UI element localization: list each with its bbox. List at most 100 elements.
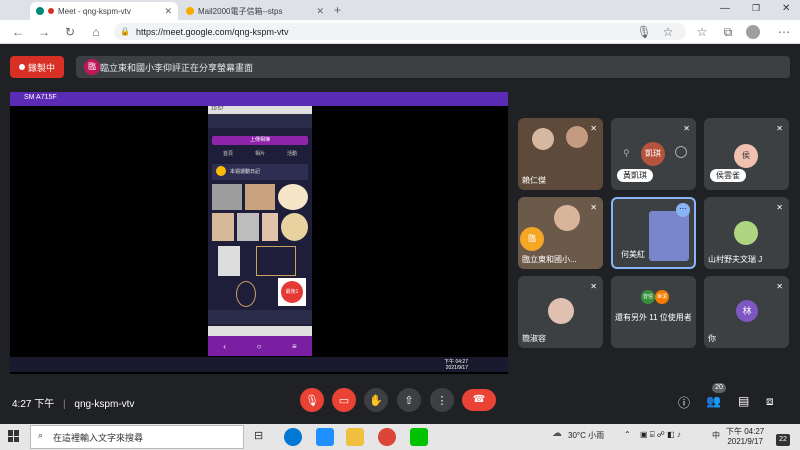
- remove-icon[interactable]: [675, 146, 687, 158]
- info-icon[interactable]: ⓘ: [678, 394, 690, 411]
- maximize-button[interactable]: ❐: [752, 3, 760, 14]
- edge-icon[interactable]: [284, 428, 302, 446]
- back-icon: ‹: [223, 341, 226, 351]
- tab-strip: Meet - qng-kspm-vtv ✕ Mail2000電子信箱--stps…: [0, 0, 800, 20]
- participant-name: 山村野夫文瑞 J: [708, 255, 763, 264]
- participant-name: 簡淑容: [522, 334, 546, 343]
- chat-icon[interactable]: ▤: [738, 394, 749, 408]
- mail-favicon: [186, 7, 194, 15]
- close-tab-icon[interactable]: ✕: [164, 6, 172, 17]
- home-icon[interactable]: ⌂: [88, 24, 104, 40]
- back-arrow-icon[interactable]: ←: [10, 24, 26, 40]
- phone-tabs: 首頁 相片 活動: [212, 150, 308, 158]
- participant-video: [554, 205, 580, 231]
- ime-indicator[interactable]: 中: [712, 430, 720, 441]
- people-icon[interactable]: 👥: [706, 394, 721, 408]
- notification-badge[interactable]: 22: [776, 434, 790, 446]
- phone-fab-button: 最後1: [281, 281, 303, 303]
- chrome-icon[interactable]: [378, 428, 396, 446]
- participant-tile[interactable]: 凱琪 ⚲ ✕ 黃凱琪: [611, 118, 696, 190]
- mic-off-icon: ✕: [776, 203, 783, 212]
- close-tab-icon[interactable]: ✕: [316, 6, 324, 17]
- mic-off-icon: ✕: [590, 124, 597, 133]
- more-participants-label: 還有另外 11 位使用者: [615, 313, 692, 322]
- pin-icon[interactable]: ⚲: [623, 148, 630, 159]
- tab-title: Meet - qng-kspm-vtv: [58, 6, 131, 16]
- phone-upload-button: 上傳相簿: [212, 136, 308, 145]
- minimize-button[interactable]: —: [720, 3, 730, 14]
- participant-video: [532, 128, 554, 150]
- phone-item-title: 本週運動日記: [230, 169, 261, 175]
- hand-icon: ✋: [369, 394, 383, 407]
- taskbar-search-input[interactable]: 在這裡輸入文字來搜尋: [30, 425, 244, 449]
- participant-tile[interactable]: ✕ 賴仁傑: [518, 118, 603, 190]
- raise-hand-button[interactable]: ✋: [364, 388, 388, 412]
- more-participants-tile[interactable]: 曾信 幸潔 還有另外 11 位使用者: [611, 276, 696, 348]
- mic-off-icon: ✕: [590, 282, 597, 291]
- profile-avatar[interactable]: [746, 25, 760, 39]
- windows-start-icon[interactable]: [8, 430, 20, 442]
- line-icon[interactable]: [410, 428, 428, 446]
- ie-icon[interactable]: [316, 428, 334, 446]
- url-text: https://meet.google.com/qng-kspm-vtv: [135, 26, 289, 37]
- tab-mail[interactable]: Mail2000電子信箱--stps ✕: [180, 2, 330, 20]
- mic-toggle-button[interactable]: 🎙: [300, 388, 324, 412]
- search-placeholder: 在這裡輸入文字來搜尋: [53, 432, 144, 443]
- participant-video: [649, 211, 689, 261]
- tray-apps-icon[interactable]: ▣ ⌸ ☍ ◧ ♪: [640, 430, 681, 440]
- phone-time: 10:57: [211, 106, 224, 112]
- photo-thumb: [256, 246, 296, 276]
- participant-tile-active[interactable]: ⋯ 何美紅: [611, 197, 696, 269]
- participant-name: 你: [708, 334, 716, 343]
- home-circle-icon: ○: [256, 341, 262, 351]
- url-bar[interactable]: 🔒 https://meet.google.com/qng-kspm-vtv: [114, 23, 686, 40]
- participant-tile[interactable]: ✕ 簡淑容: [518, 276, 603, 348]
- forward-arrow-icon[interactable]: →: [36, 24, 52, 40]
- camera-toggle-button[interactable]: ▭: [332, 388, 356, 412]
- new-tab-button[interactable]: +: [334, 3, 341, 17]
- hangup-icon: ☎: [472, 394, 486, 405]
- record-dot-icon: [18, 64, 25, 70]
- participant-avatar: 幸潔: [655, 290, 669, 304]
- participant-tile[interactable]: 侯 ✕ 侯雲雀: [704, 118, 789, 190]
- presentation-banner: 臨立東和國小李仰評正在分享螢幕畫面: [76, 56, 790, 78]
- more-menu-icon[interactable]: ⋯: [776, 24, 792, 40]
- task-view-icon[interactable]: ⊟: [254, 429, 263, 442]
- mic-icon[interactable]: 🎙: [636, 24, 652, 40]
- self-tile[interactable]: 林 ✕ 你: [704, 276, 789, 348]
- recording-indicator[interactable]: 錄製中: [10, 56, 64, 78]
- more-options-button[interactable]: ⋮: [430, 388, 454, 412]
- clock[interactable]: 下午 04:27 2021/9/17: [726, 426, 764, 446]
- photo-thumb: [237, 213, 259, 241]
- present-button[interactable]: ⇧: [397, 388, 421, 412]
- phone-tab: 活動: [286, 151, 297, 157]
- more-options-icon[interactable]: ⋯: [676, 203, 690, 217]
- leave-call-button[interactable]: ☎: [462, 389, 496, 411]
- mic-off-icon: ✕: [590, 203, 597, 212]
- favorites-icon[interactable]: ☆: [694, 24, 710, 40]
- meeting-info: 4:27 下午 | qng-kspm-vtv: [12, 399, 135, 410]
- participant-tile[interactable]: 臨 ✕ 臨立東和國小...: [518, 197, 603, 269]
- participant-avatar: [548, 298, 574, 324]
- tab-meet[interactable]: Meet - qng-kspm-vtv ✕: [30, 2, 178, 20]
- participant-avatar: 曾信: [641, 290, 655, 304]
- meet-favicon: [36, 7, 44, 15]
- presenter-text: 臨立東和國小李仰評正在分享螢幕畫面: [100, 62, 254, 73]
- photo-thumb: [218, 246, 240, 276]
- self-avatar: 林: [736, 300, 758, 322]
- phone-nav-bar: ‹ ○ ≡: [208, 336, 312, 356]
- participant-name: 賴仁傑: [522, 176, 546, 185]
- reload-icon[interactable]: ↻: [62, 24, 78, 40]
- participant-name: 黃凱琪: [617, 169, 653, 182]
- weather-text[interactable]: 30°C 小雨: [568, 430, 604, 441]
- tray-chevron-icon[interactable]: ⌃: [624, 430, 631, 439]
- close-window-button[interactable]: ✕: [782, 3, 790, 14]
- participant-avatar: 凱琪: [641, 142, 665, 166]
- site-settings-icon[interactable]: ☆: [660, 24, 676, 40]
- activities-icon[interactable]: ⧈: [766, 394, 774, 409]
- file-explorer-icon[interactable]: [346, 428, 364, 446]
- participant-tile[interactable]: ✕ 山村野夫文瑞 J: [704, 197, 789, 269]
- collections-icon[interactable]: ⧉: [720, 24, 736, 40]
- recording-dot-icon: [48, 8, 54, 14]
- shared-taskbar-time: 下午 04:27: [444, 359, 468, 365]
